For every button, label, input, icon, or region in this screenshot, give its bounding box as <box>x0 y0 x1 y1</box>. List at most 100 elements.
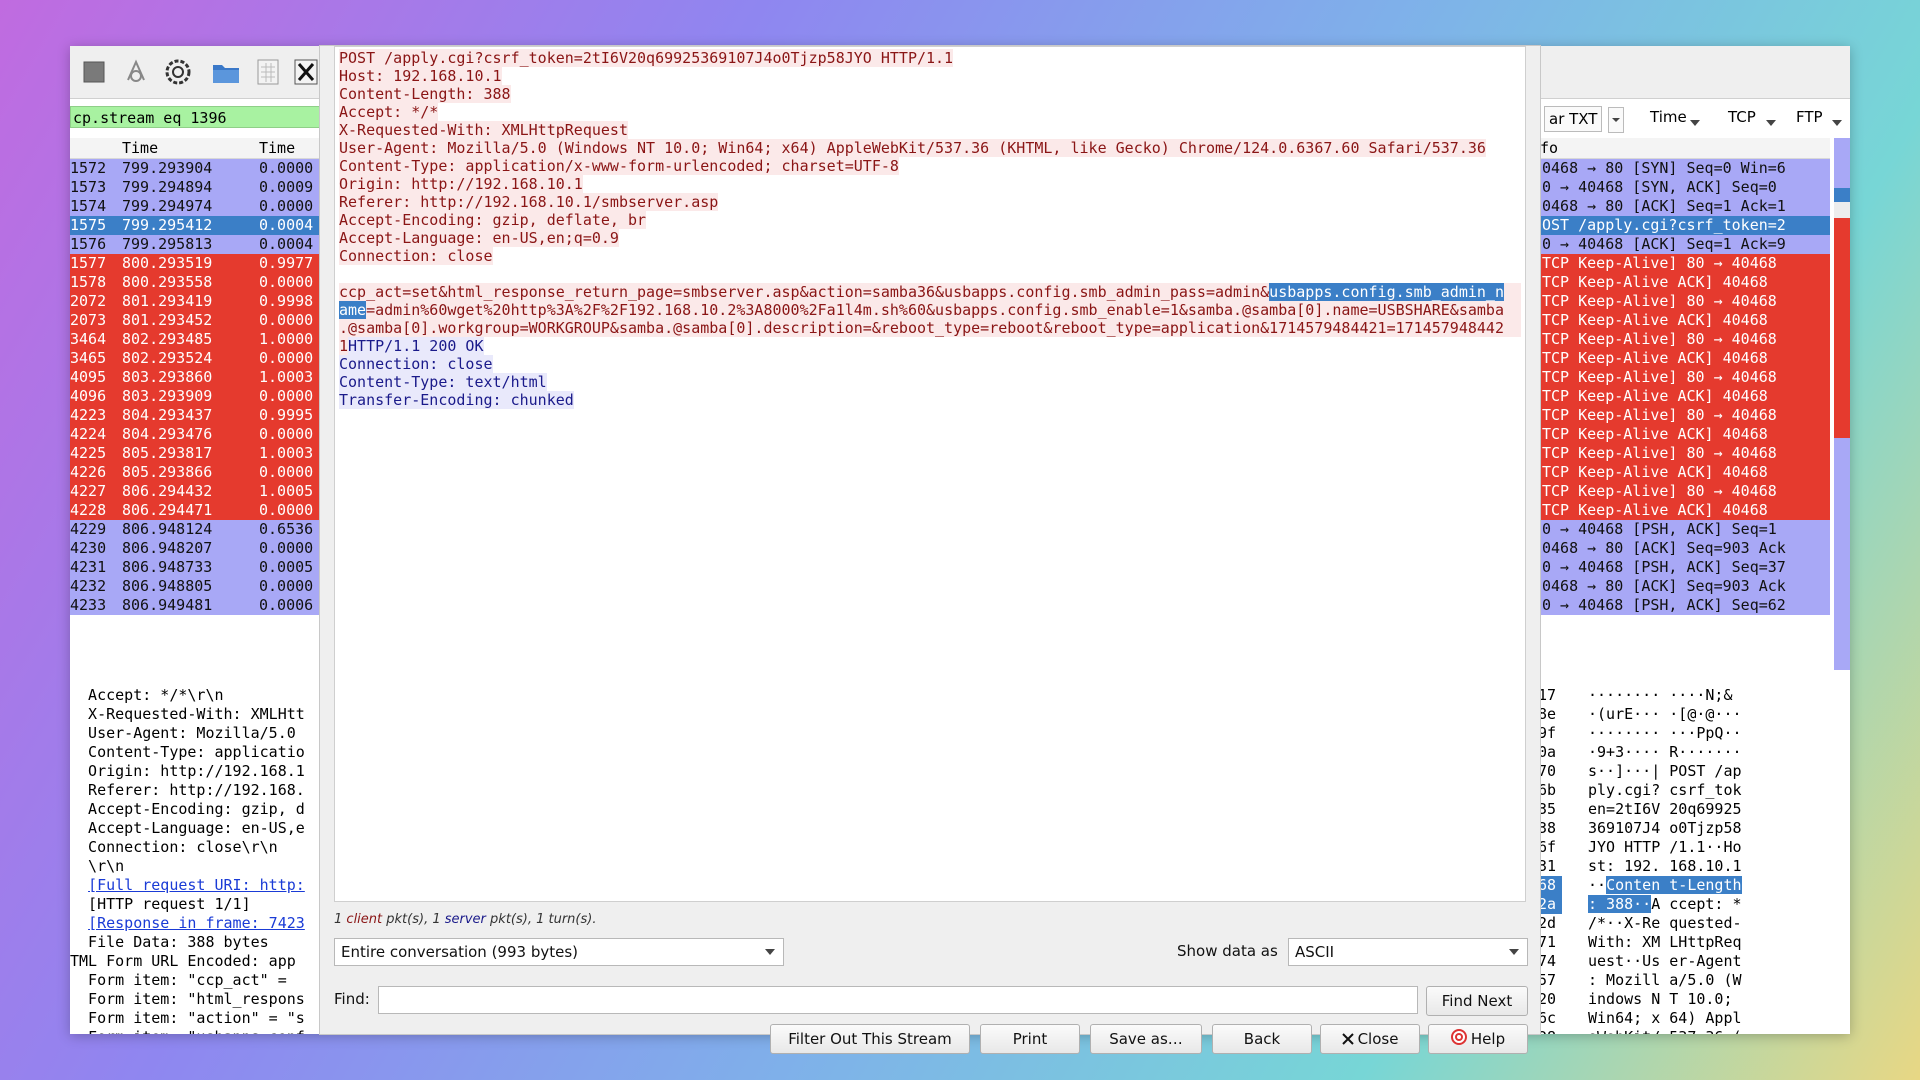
detail-line[interactable]: Accept-Language: en-US,e <box>70 819 322 838</box>
column-tcp[interactable]: TCP <box>1728 108 1756 126</box>
detail-link[interactable]: [Response in frame: 7423 <box>88 914 305 932</box>
packet-row[interactable]: 1574 799.294974 0.0000 <box>70 197 322 216</box>
packet-info-row[interactable]: 0 → 40468 [ACK] Seq=1 Ack=9 <box>1538 235 1830 254</box>
packet-info-row[interactable]: 0 → 40468 [SYN, ACK] Seq=0 <box>1538 178 1830 197</box>
hex-row[interactable]: 71 With: XM LHttpReq <box>1538 933 1848 952</box>
packet-row[interactable]: 1572 799.293904 0.0000 <box>70 159 322 178</box>
detail-line[interactable]: \r\n <box>70 857 322 876</box>
packet-row[interactable]: 4226 805.293866 0.0000 <box>70 463 322 482</box>
find-next-button[interactable]: Find Next <box>1426 986 1528 1016</box>
packet-row[interactable]: 1576 799.295813 0.0004 <box>70 235 322 254</box>
packet-info-row[interactable]: OST /apply.cgi?csrf_token=2 <box>1538 216 1830 235</box>
packet-row[interactable]: 3465 802.293524 0.0000 <box>70 349 322 368</box>
packet-row[interactable]: 2073 801.293452 0.0000 <box>70 311 322 330</box>
detail-line[interactable]: Form item: "usbapps.conf <box>70 1028 322 1034</box>
help-button[interactable]: Help <box>1428 1024 1528 1054</box>
packet-info-row[interactable]: TCP Keep-Alive] 80 → 40468 <box>1538 330 1830 349</box>
column-header-time[interactable]: Time <box>122 139 158 157</box>
packet-row[interactable]: 4232 806.948805 0.0000 <box>70 577 322 596</box>
packet-row[interactable]: 4227 806.294432 1.0005 <box>70 482 322 501</box>
packet-info-row[interactable]: 0468 → 80 [ACK] Seq=1 Ack=1 <box>1538 197 1830 216</box>
detail-line[interactable]: Referer: http://192.168. <box>70 781 322 800</box>
save-as-button[interactable]: Save as… <box>1090 1024 1202 1054</box>
detail-line[interactable]: Origin: http://192.168.1 <box>70 762 322 781</box>
packet-row[interactable]: 4225 805.293817 1.0003 <box>70 444 322 463</box>
packet-info-row[interactable]: TCP Keep-Alive] 80 → 40468 <box>1538 482 1830 501</box>
packet-info-row[interactable]: TCP Keep-Alive] 80 → 40468 <box>1538 254 1830 273</box>
show-data-as-select[interactable]: ASCII <box>1288 938 1528 966</box>
packet-row[interactable]: 4229 806.948124 0.6536 <box>70 520 322 539</box>
packet-info-row[interactable]: TCP Keep-Alive ACK] 40468 <box>1538 349 1830 368</box>
packet-row[interactable]: 3464 802.293485 1.0000 <box>70 330 322 349</box>
column-filter-txt[interactable]: ar TXT <box>1544 106 1603 132</box>
detail-line[interactable]: Connection: close\r\n <box>70 838 322 857</box>
stop-capture-icon[interactable] <box>78 56 110 88</box>
filter-out-stream-button[interactable]: Filter Out This Stream <box>770 1024 970 1054</box>
hex-row[interactable]: 9f ········ ···PpQ·· <box>1538 724 1848 743</box>
packet-row[interactable]: 4233 806.949481 0.0006 <box>70 596 322 615</box>
packet-info-row[interactable]: TCP Keep-Alive ACK] 40468 <box>1538 311 1830 330</box>
tcp-sort-arrow-icon[interactable] <box>1766 114 1776 132</box>
hex-row[interactable]: 68 ··Conten t-Length <box>1538 876 1848 895</box>
close-file-icon[interactable] <box>290 56 322 88</box>
packet-row[interactable]: 4228 806.294471 0.0000 <box>70 501 322 520</box>
hex-row[interactable]: 17 ········ ····N;& <box>1538 686 1848 705</box>
display-filter-input[interactable]: cp.stream eq 1396 <box>70 106 320 128</box>
detail-line[interactable]: File Data: 388 bytes <box>70 933 322 952</box>
hex-row[interactable]: 6f JYO HTTP /1.1··Ho <box>1538 838 1848 857</box>
detail-line[interactable]: [Response in frame: 7423 <box>70 914 322 933</box>
capture-options-gear-icon[interactable] <box>162 56 194 88</box>
back-button[interactable]: Back <box>1212 1024 1312 1054</box>
detail-line[interactable]: TML Form URL Encoded: app <box>70 952 322 971</box>
packet-row[interactable]: 4223 804.293437 0.9995 <box>70 406 322 425</box>
info-column-header[interactable]: fo <box>1538 138 1830 159</box>
packet-row[interactable]: 1573 799.294894 0.0009 <box>70 178 322 197</box>
hex-row[interactable]: 28 eWebKit/ 537.36 ( <box>1538 1028 1848 1034</box>
packet-row[interactable]: 2072 801.293419 0.9998 <box>70 292 322 311</box>
packet-info-row[interactable]: 0468 → 80 [SYN] Seq=0 Win=6 <box>1538 159 1830 178</box>
packet-row[interactable]: 4231 806.948733 0.0005 <box>70 558 322 577</box>
hex-row[interactable]: 35 en=2tI6V 20q69925 <box>1538 800 1848 819</box>
packet-row[interactable]: 1578 800.293558 0.0000 <box>70 273 322 292</box>
hex-row[interactable]: 31 st: 192. 168.10.1 <box>1538 857 1848 876</box>
open-file-folder-icon[interactable] <box>210 56 242 88</box>
column-time[interactable]: Time <box>1650 108 1687 126</box>
time-sort-arrow-icon[interactable] <box>1690 114 1700 132</box>
detail-line[interactable]: [HTTP request 1/1] <box>70 895 322 914</box>
conversation-select[interactable]: Entire conversation (993 bytes) <box>334 938 784 966</box>
packet-info-row[interactable]: TCP Keep-Alive ACK] 40468 <box>1538 387 1830 406</box>
detail-line[interactable]: Form item: "html_respons <box>70 990 322 1009</box>
packet-row[interactable]: 4096 803.293909 0.0000 <box>70 387 322 406</box>
packet-row[interactable]: 4230 806.948207 0.0000 <box>70 539 322 558</box>
packet-list-scrollbar[interactable] <box>1834 138 1850 670</box>
save-file-grid-icon[interactable] <box>252 56 284 88</box>
detail-line[interactable]: Accept: */*\r\n <box>70 686 322 705</box>
ftp-sort-arrow-icon[interactable] <box>1832 114 1842 132</box>
hex-row[interactable]: 20 indows N T 10.0; <box>1538 990 1848 1009</box>
hex-row[interactable]: 2d /*··X-Re quested- <box>1538 914 1848 933</box>
packet-info-row[interactable]: TCP Keep-Alive ACK] 40468 <box>1538 425 1830 444</box>
packet-info-row[interactable]: 0468 → 80 [ACK] Seq=903 Ack <box>1538 539 1830 558</box>
packet-row[interactable]: 4095 803.293860 1.0003 <box>70 368 322 387</box>
packet-info-row[interactable]: TCP Keep-Alive ACK] 40468 <box>1538 463 1830 482</box>
column-ftp[interactable]: FTP <box>1796 108 1823 126</box>
hex-row[interactable]: 6b ply.cgi? csrf_tok <box>1538 781 1848 800</box>
hex-row[interactable]: 2a: 388··A ccept: * <box>1538 895 1848 914</box>
detail-line[interactable]: Content-Type: applicatio <box>70 743 322 762</box>
detail-line[interactable]: [Full request URI: http: <box>70 876 322 895</box>
packet-info-row[interactable]: 0468 → 80 [ACK] Seq=903 Ack <box>1538 577 1830 596</box>
packet-info-row[interactable]: TCP Keep-Alive] 80 → 40468 <box>1538 368 1830 387</box>
packet-row[interactable]: 4224 804.293476 0.0000 <box>70 425 322 444</box>
chevron-down-icon[interactable] <box>1608 107 1624 133</box>
packet-info-row[interactable]: 0 → 40468 [PSH, ACK] Seq=37 <box>1538 558 1830 577</box>
hex-row[interactable]: 0a ·9+3···· R······· <box>1538 743 1848 762</box>
detail-line[interactable]: Form item: "ccp_act" = <box>70 971 322 990</box>
hex-row[interactable]: 57: Mozill a/5.0 (W <box>1538 971 1848 990</box>
packet-info-row[interactable]: TCP Keep-Alive] 80 → 40468 <box>1538 444 1830 463</box>
detail-link[interactable]: [Full request URI: http: <box>88 876 305 894</box>
hex-row[interactable]: 6c Win64; x 64) Appl <box>1538 1009 1848 1028</box>
packet-info-row[interactable]: TCP Keep-Alive ACK] 40468 <box>1538 501 1830 520</box>
restart-capture-icon[interactable] <box>120 56 152 88</box>
hex-row[interactable]: 70 s··]···| POST /ap <box>1538 762 1848 781</box>
packet-info-row[interactable]: TCP Keep-Alive] 80 → 40468 <box>1538 406 1830 425</box>
